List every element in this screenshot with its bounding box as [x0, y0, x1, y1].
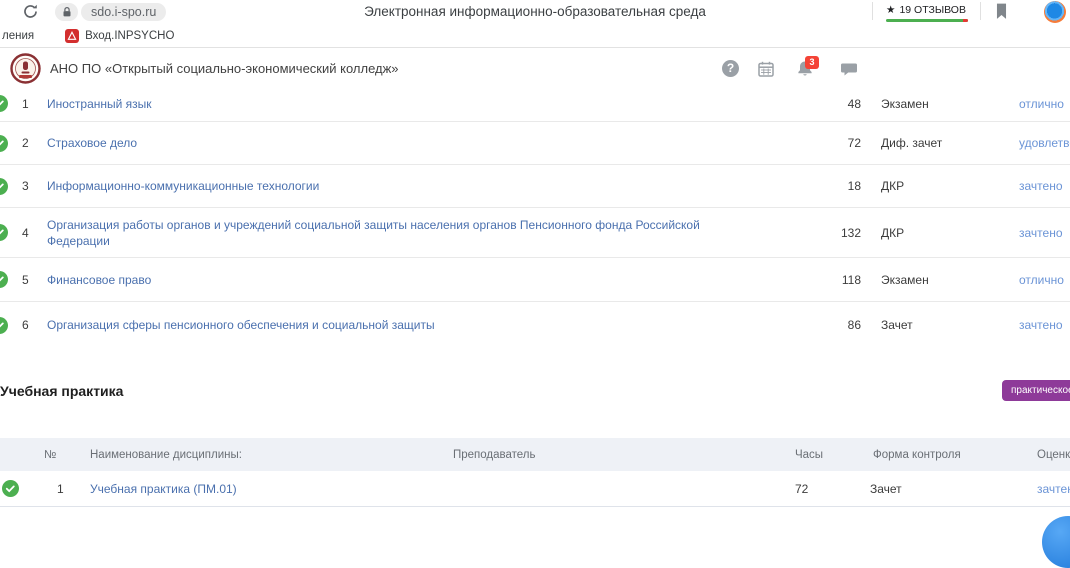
grade-link[interactable]: зачтено	[1019, 318, 1070, 332]
table-row: 3 Информационно-коммуникационные техноло…	[0, 165, 1070, 208]
col-header-name: Наименование дисциплины:	[90, 449, 445, 461]
table-row: 1 Учебная практика (ПМ.01) 72 Зачет зачт…	[0, 471, 1070, 507]
help-icon[interactable]: ?	[722, 48, 739, 89]
check-circle-icon	[2, 480, 19, 497]
col-header-teacher: Преподаватель	[453, 449, 783, 461]
browser-chrome: sdo.i-spo.ru Электронная информационно-о…	[0, 0, 1070, 24]
discipline-link[interactable]: Страховое дело	[47, 135, 787, 151]
control-form: Зачет	[881, 318, 1006, 332]
notifications-bell-icon[interactable]: 3	[796, 48, 814, 89]
row-number: 6	[22, 318, 46, 332]
toolbar-divider	[980, 2, 981, 20]
table-row: 6 Организация сферы пенсионного обеспече…	[0, 302, 1070, 348]
bookmark-icon[interactable]	[994, 3, 1009, 25]
col-header-control: Форма контроля	[873, 449, 1003, 461]
hours-value: 118	[787, 273, 861, 287]
row-number: 2	[22, 136, 46, 150]
inpsycho-favicon	[65, 29, 79, 43]
row-number: 4	[22, 226, 46, 240]
org-title: АНО ПО «Открытый социально-экономический…	[50, 48, 399, 89]
hours-value: 18	[787, 179, 861, 193]
grade-link[interactable]: отлично	[1019, 273, 1070, 287]
check-circle-icon	[0, 224, 8, 241]
table-row: 1 Иностранный язык 48 Экзамен отлично	[0, 86, 1070, 122]
toolbar-divider	[872, 2, 873, 20]
reviews-progress-bar	[886, 19, 968, 22]
discipline-link[interactable]: Информационно-коммуникационные технологи…	[47, 178, 787, 194]
control-form: Экзамен	[881, 97, 1006, 111]
practice-type-badge: практическое	[1002, 380, 1070, 401]
hours-value: 72	[795, 482, 820, 496]
check-circle-icon	[0, 271, 8, 288]
check-circle-icon	[0, 317, 8, 334]
table-row: 5 Финансовое право 118 Экзамен отлично	[0, 258, 1070, 302]
row-number: 1	[22, 97, 46, 111]
check-circle-icon	[0, 178, 8, 195]
grade-link[interactable]: отлично	[1019, 97, 1070, 111]
bookmark-item-partial[interactable]: ления	[2, 30, 34, 42]
col-header-grade: Оценка	[1037, 449, 1070, 461]
grade-link[interactable]: зачтено	[1037, 482, 1070, 496]
hours-value: 132	[787, 226, 861, 240]
grade-link[interactable]: удовлетворительно	[1019, 136, 1070, 150]
reviews-progress-tip	[963, 19, 968, 22]
profile-avatar[interactable]	[1044, 1, 1066, 23]
discipline-link[interactable]: Организация работы органов и учреждений …	[47, 217, 787, 249]
discipline-link[interactable]: Иностранный язык	[47, 96, 787, 112]
control-form: Диф. зачет	[881, 136, 1006, 150]
col-header-num: №	[44, 449, 74, 461]
bookmark-item-inpsycho[interactable]: Вход.INPSYCHO	[85, 30, 174, 42]
discipline-link[interactable]: Финансовое право	[47, 272, 787, 288]
check-circle-icon	[0, 95, 8, 112]
floating-action-button[interactable]	[1042, 516, 1070, 568]
reviews-button[interactable]: ★ 19 ОТЗЫВОВ	[884, 2, 968, 17]
discipline-link[interactable]: Учебная практика (ПМ.01)	[90, 482, 445, 496]
row-number: 3	[22, 179, 46, 193]
section-title: Учебная практика	[0, 383, 123, 399]
table-row: 4 Организация работы органов и учреждени…	[0, 208, 1070, 258]
hours-value: 86	[787, 318, 861, 332]
check-circle-icon	[0, 135, 8, 152]
star-icon: ★	[886, 4, 895, 16]
row-number: 5	[22, 273, 46, 287]
row-number: 1	[57, 482, 81, 496]
control-form: Зачет	[870, 482, 1000, 496]
hours-value: 48	[787, 97, 861, 111]
control-form: ДКР	[881, 179, 1006, 193]
col-header-hours: Часы	[795, 449, 829, 461]
discipline-link[interactable]: Организация сферы пенсионного обеспечени…	[47, 317, 787, 333]
notification-count-badge: 3	[805, 56, 819, 69]
bookmarks-bar: ления Вход.INPSYCHO	[0, 24, 1070, 48]
table-row: 2 Страховое дело 72 Диф. зачет удовлетво…	[0, 122, 1070, 165]
reviews-label: 19 ОТЗЫВОВ	[899, 4, 966, 16]
control-form: Экзамен	[881, 273, 1006, 287]
control-form: ДКР	[881, 226, 1006, 240]
calendar-icon[interactable]	[757, 48, 775, 89]
chat-icon[interactable]	[840, 48, 858, 89]
hours-value: 72	[787, 136, 861, 150]
practice-table-header: № Наименование дисциплины: Преподаватель…	[0, 438, 1070, 471]
app-header: АНО ПО «Открытый социально-экономический…	[0, 48, 1070, 89]
grade-link[interactable]: зачтено	[1019, 226, 1070, 240]
grade-link[interactable]: зачтено	[1019, 179, 1070, 193]
college-logo[interactable]	[10, 53, 41, 89]
